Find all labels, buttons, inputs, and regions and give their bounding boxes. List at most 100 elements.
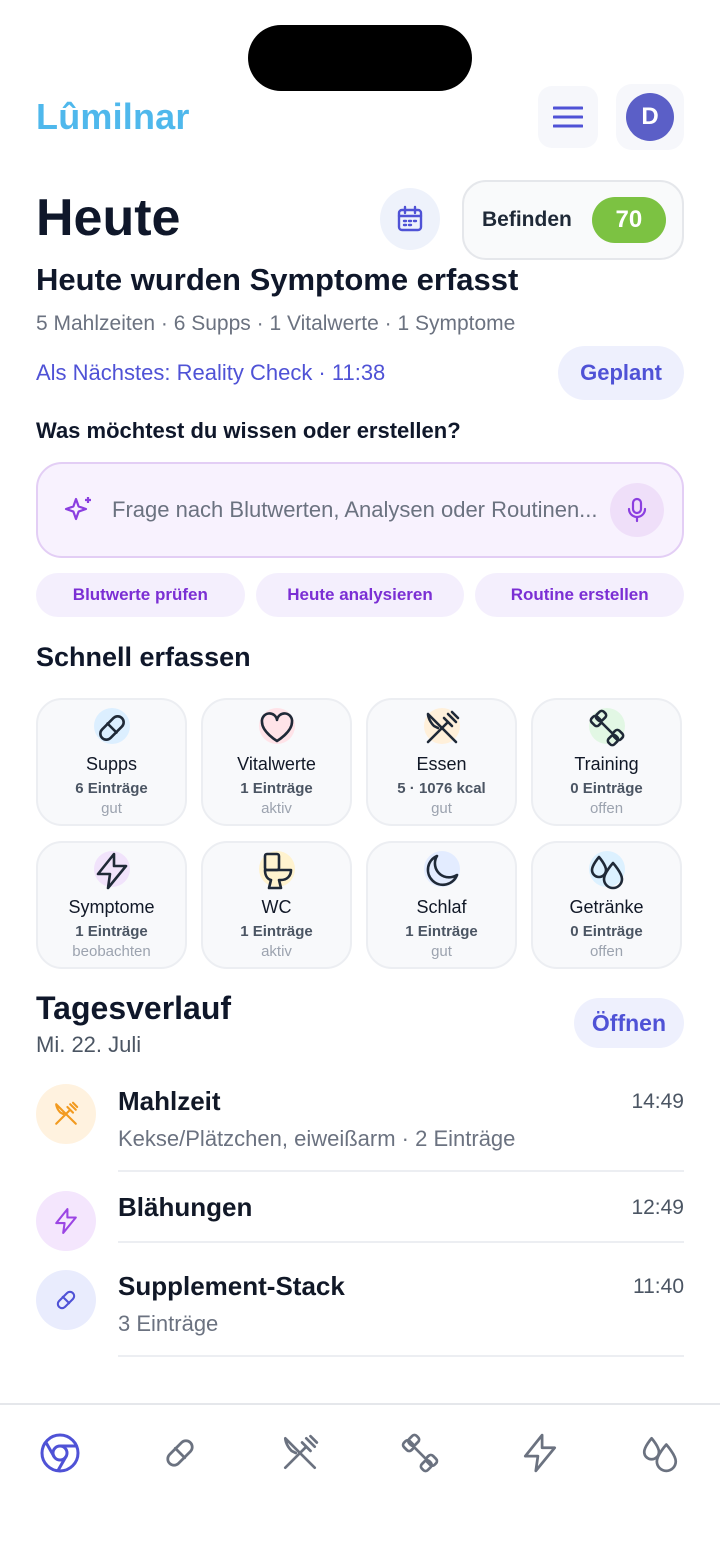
- chip-analysieren[interactable]: Heute analysieren: [255, 573, 465, 617]
- next-activity-link[interactable]: Als Nächstes: Reality Check · 11:38: [36, 360, 385, 386]
- page-title: Heute: [36, 189, 181, 247]
- chip-routine[interactable]: Routine erstellen: [475, 573, 685, 617]
- timeline-entry-meal[interactable]: Mahlzeit Kekse/Plätzchen, eiweißarm · 2 …: [36, 1084, 684, 1164]
- tile-status: aktiv: [261, 943, 292, 960]
- tile-symptome[interactable]: Symptome 1 Einträge beobachten: [36, 841, 187, 969]
- tile-label: Training: [574, 754, 639, 774]
- timeline-title: Tagesverlauf: [36, 990, 232, 1026]
- divider: [118, 1170, 684, 1172]
- droplets-icon: [585, 849, 629, 893]
- tile-status: offen: [589, 943, 624, 960]
- tile-vitalwerte[interactable]: Vitalwerte 1 Einträge aktiv: [201, 698, 352, 826]
- tile-label: Vitalwerte: [237, 754, 316, 774]
- tile-count: 0 Einträge: [570, 923, 643, 940]
- avatar: D: [626, 93, 674, 141]
- lightning-icon: [523, 1433, 557, 1473]
- tile-label: Supps: [85, 754, 138, 774]
- utensils-icon: [283, 1434, 319, 1470]
- befinden-score-badge: 70: [591, 197, 666, 243]
- suggestion-chips: Blutwerte prüfen Heute analysieren Routi…: [36, 573, 685, 617]
- page-header: Heute Befinden 70: [36, 180, 684, 260]
- utensils-icon: [420, 706, 464, 750]
- lightning-icon: [90, 849, 134, 893]
- hamburger-menu-icon: [553, 106, 583, 128]
- entry-title: Supplement-Stack: [118, 1271, 345, 1301]
- tile-count: 1 Einträge: [405, 923, 478, 940]
- tile-count: 5 · 1076 kcal: [397, 780, 486, 797]
- calendar-button[interactable]: [380, 188, 440, 250]
- tile-training[interactable]: Training 0 Einträge offen: [531, 698, 682, 826]
- tile-status: aktiv: [261, 800, 292, 817]
- entry-title: Blähungen: [118, 1192, 253, 1222]
- lightning-icon: [36, 1191, 96, 1251]
- divider: [118, 1241, 684, 1243]
- tile-count: 1 Einträge: [240, 780, 313, 797]
- status-headline: Heute wurden Symptome erfasst: [36, 262, 519, 297]
- droplets-icon: [642, 1436, 678, 1473]
- pill-icon: [90, 706, 134, 750]
- tile-status: gut: [431, 800, 452, 817]
- entry-time: 12:49: [631, 1196, 684, 1219]
- tile-status: gut: [431, 943, 452, 960]
- home-icon: [40, 1433, 80, 1473]
- nav-training[interactable]: [398, 1431, 442, 1475]
- nav-essen[interactable]: [278, 1431, 322, 1475]
- assistant-input-placeholder: Frage nach Blutwerten, Analysen oder Rou…: [112, 497, 598, 522]
- status-summary: 5 Mahlzeiten · 6 Supps · 1 Vitalwerte · …: [36, 312, 516, 335]
- entry-subtitle: 3 Einträge: [118, 1311, 219, 1336]
- pill-icon: [166, 1439, 194, 1467]
- utensils-icon: [36, 1084, 96, 1144]
- microphone-icon: [627, 497, 647, 523]
- entry-subtitle: Kekse/Plätzchen, eiweißarm · 2 Einträge: [118, 1126, 516, 1151]
- tile-count: 0 Einträge: [570, 780, 643, 797]
- quick-capture-title: Schnell erfassen: [36, 642, 251, 672]
- tile-status: beobachten: [72, 943, 151, 960]
- nav-symptome[interactable]: [518, 1431, 562, 1475]
- befinden-label: Befinden: [482, 208, 572, 231]
- tile-count: 1 Einträge: [240, 923, 313, 940]
- divider: [118, 1355, 684, 1357]
- tile-getraenke[interactable]: Getränke 0 Einträge offen: [531, 841, 682, 969]
- assistant-input[interactable]: Frage nach Blutwerten, Analysen oder Rou…: [36, 462, 684, 558]
- planned-button[interactable]: Geplant: [558, 346, 684, 400]
- tile-status: offen: [589, 800, 624, 817]
- moon-icon: [420, 849, 464, 893]
- dumbbell-icon: [585, 706, 629, 750]
- tile-status: gut: [101, 800, 122, 817]
- befinden-card[interactable]: Befinden 70: [462, 180, 684, 260]
- entry-time: 14:49: [631, 1090, 684, 1113]
- heart-icon: [255, 706, 299, 750]
- tile-wc[interactable]: WC 1 Einträge aktiv: [201, 841, 352, 969]
- tile-label: Symptome: [68, 897, 155, 917]
- toilet-icon: [255, 849, 299, 893]
- tile-count: 6 Einträge: [75, 780, 148, 797]
- tile-label: WC: [261, 897, 292, 917]
- microphone-button[interactable]: [610, 483, 664, 537]
- nav-supps[interactable]: [158, 1431, 202, 1475]
- timeline-header: Tagesverlauf Mi. 22. Juli Öffnen: [36, 990, 684, 1060]
- tile-label: Schlaf: [416, 897, 467, 917]
- bottom-navigation: [0, 1403, 720, 1565]
- open-timeline-button[interactable]: Öffnen: [573, 998, 684, 1048]
- profile-button[interactable]: D: [616, 84, 684, 150]
- tile-label: Essen: [416, 754, 467, 774]
- top-bar: Lûmilnar D: [36, 84, 684, 150]
- quick-capture-grid: Supps 6 Einträge gut Vitalwerte 1 Einträ…: [36, 698, 684, 969]
- entry-time: 11:40: [633, 1275, 684, 1298]
- tile-supps[interactable]: Supps 6 Einträge gut: [36, 698, 187, 826]
- tile-essen[interactable]: Essen 5 · 1076 kcal gut: [366, 698, 517, 826]
- chip-blutwerte[interactable]: Blutwerte prüfen: [36, 573, 245, 617]
- dumbbell-icon: [401, 1433, 439, 1473]
- nav-home[interactable]: [38, 1431, 82, 1475]
- menu-button[interactable]: [538, 86, 598, 148]
- nav-getraenke[interactable]: [638, 1431, 682, 1475]
- sparkle-icon: [64, 497, 91, 521]
- tile-schlaf[interactable]: Schlaf 1 Einträge gut: [366, 841, 517, 969]
- pill-icon: [36, 1270, 96, 1330]
- calendar-icon: [397, 205, 423, 232]
- timeline-date: Mi. 22. Juli: [36, 1032, 142, 1057]
- entry-title: Mahlzeit: [118, 1086, 221, 1116]
- tile-label: Getränke: [569, 897, 644, 917]
- timeline-entry-supplement[interactable]: Supplement-Stack 3 Einträge 11:40: [36, 1269, 684, 1349]
- device-notch: [248, 25, 472, 91]
